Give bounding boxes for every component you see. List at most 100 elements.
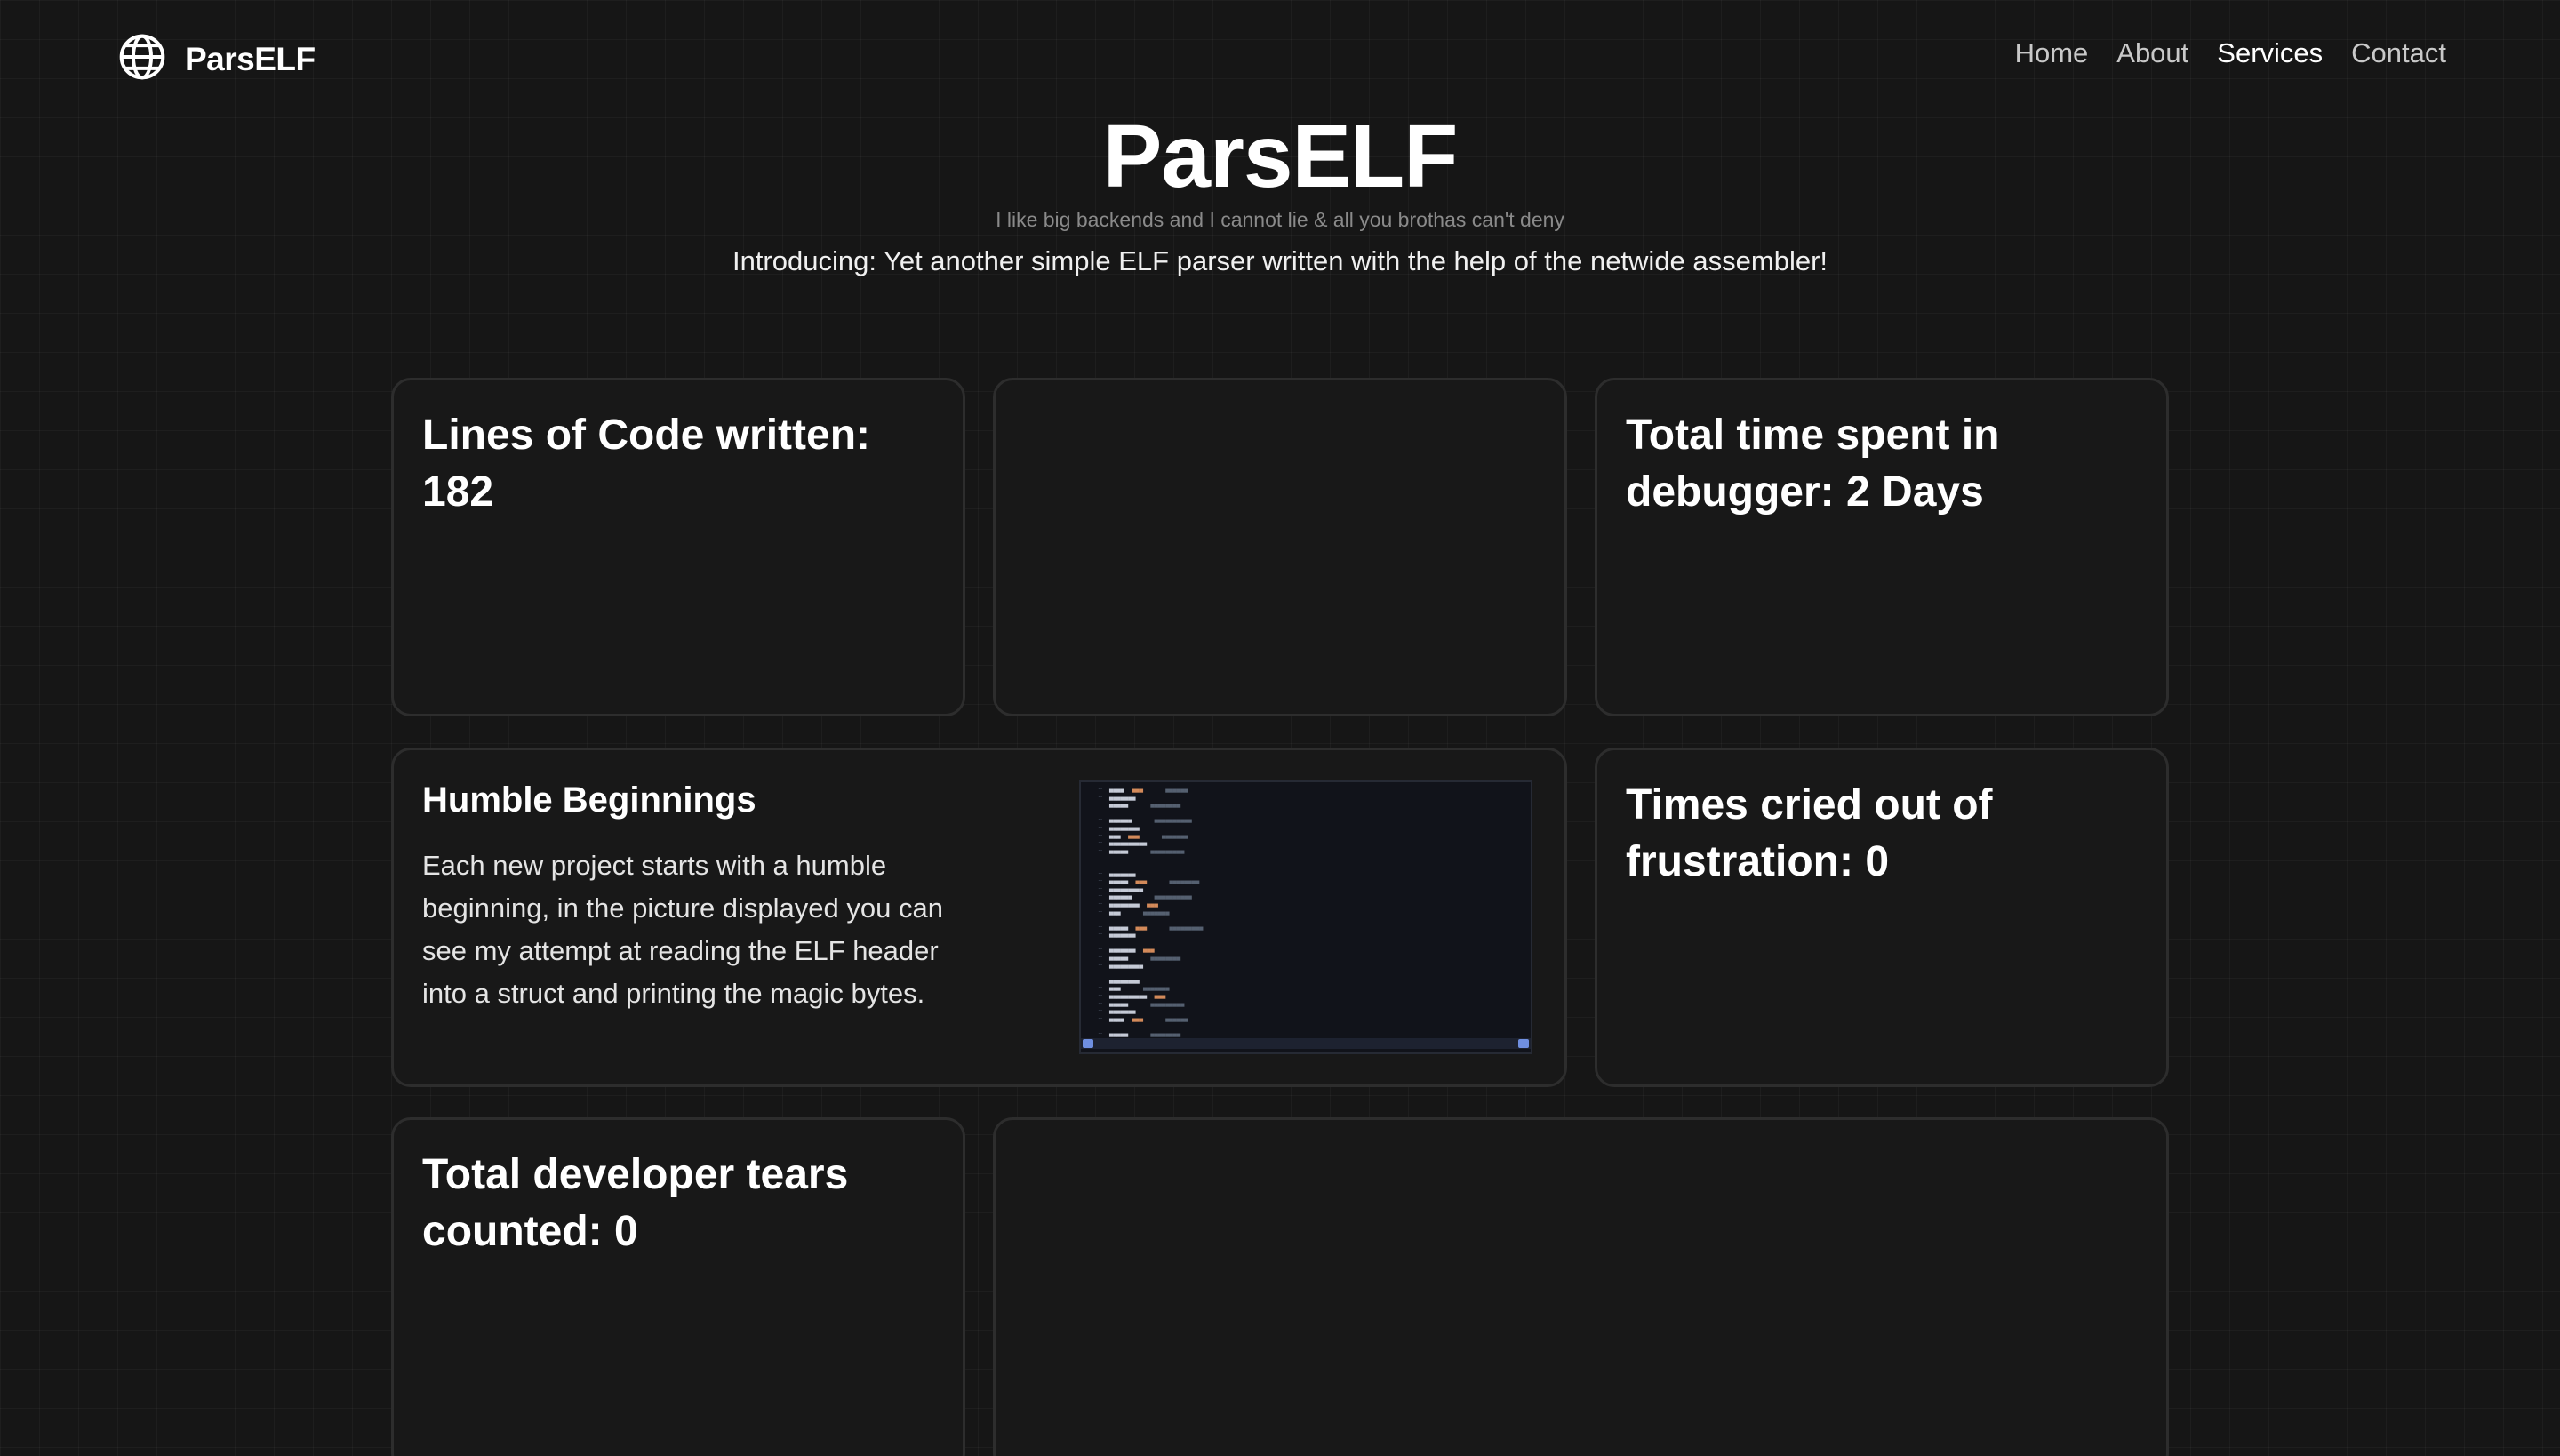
brand-name: ParsELF [185,40,316,77]
tears-card: Total developer tears counted: 0 [391,1117,965,1456]
feature-card: Humble Beginnings Each new project start… [391,748,1567,1087]
code-line: ┄ ▄▄▄▄▄▄▄▄▄ [1086,885,1525,893]
cried-stat: Times cried out of frustration: 0 [1626,781,1993,885]
code-comment: ▄▄▄▄▄▄▄ [1120,908,1170,916]
code-line: ┄ ▄▄▄▄▄▄▄ [1086,931,1525,939]
code-lines: ┄ ▄▄▄▄ ▄▄▄ ▄▄▄▄▄▄ ┄ ▄▄▄▄▄▄▄ ┄ ▄▄▄▄▄ ▄▄▄▄▄▄▄▄ ┄… [1081,782,1531,1038]
code-line: ┄ ▄▄▄▄▄ ▄▄▄ ▄▄▄▄▄▄▄▄▄ [1086,924,1525,932]
code-line: ┄ ▄▄▄ ▄▄▄▄▄▄▄ [1086,908,1525,916]
code-line: ┄ ▄▄▄▄ ▄▄▄ ▄▄▄▄▄▄ [1086,1015,1525,1023]
code-token: ▄▄▄▄▄ [1109,923,1129,931]
code-line: ┄ ▄▄▄▄▄▄▄ ▄▄▄ [1086,946,1525,954]
editor-position-pill [1518,1039,1529,1048]
code-gutter: ┄ [1098,839,1102,847]
code-gutter: ┄ [1098,946,1102,954]
code-gutter: ┄ [1098,801,1102,809]
code-gutter: ┄ [1098,908,1102,916]
code-number: ▄▄▄ [1128,877,1148,885]
code-number: ▄▄▄ [1120,831,1140,839]
code-token: ▄▄▄▄▄▄▄▄ [1109,976,1140,984]
code-comment: ▄▄▄▄▄▄▄▄▄ [1147,923,1204,931]
brand-link[interactable]: ParsELF [117,32,316,86]
code-gutter: ┄ [1098,900,1102,908]
code-line: ┄ ▄▄▄ ▄▄▄ ▄▄▄▄▄▄▄ [1086,832,1525,840]
code-line: ┄ ▄▄▄▄▄▄▄▄▄▄ ▄▄▄ [1086,992,1525,1000]
code-gutter: ┄ [1098,976,1102,984]
lines-of-code-stat: Lines of Code written: 182 [422,412,870,516]
code-token: ▄▄▄▄▄▄▄ [1109,869,1136,877]
code-token: ▄▄▄▄▄ [1109,877,1129,885]
code-line: ┄ ▄▄▄▄▄▄▄ [1086,870,1525,878]
code-token: ▄▄▄ [1109,831,1121,839]
code-line: ┄ ▄▄▄▄▄▄▄▄ [1086,824,1525,832]
code-token: ▄▄▄▄▄▄▄▄▄▄ [1109,839,1148,847]
code-comment: ▄▄▄▄▄▄ [1142,1014,1188,1022]
hero: ParsELF I like big backends and I cannot… [0,105,2560,279]
code-token: ▄▄▄▄▄▄▄▄▄▄ [1109,992,1148,1000]
code-line: ┄ ▄▄▄ ▄▄▄▄▄▄▄ [1086,984,1525,992]
code-number: ▄▄▄ [1128,923,1148,931]
code-gutter: ┄ [1098,831,1102,839]
code-number: ▄▄▄ [1147,992,1166,1000]
nav-link-contact[interactable]: Contact [2351,37,2446,69]
code-token: ▄▄▄▄▄▄▄▄▄ [1109,884,1143,892]
nav-link-services[interactable]: Services [2217,37,2323,69]
code-gutter: ┄ [1098,892,1102,900]
globe-icon [117,32,167,86]
code-line: ┄ ▄▄▄▄ ▄▄▄ ▄▄▄▄▄▄ [1086,786,1525,794]
code-token: ▄▄▄▄▄▄▄▄ [1109,900,1140,908]
code-comment: ▄▄▄▄▄▄▄▄ [1128,954,1181,962]
empty-card [993,378,1567,716]
code-gutter: ┄ [1098,992,1102,1000]
code-line: ┄ ▄▄▄▄▄▄▄ [1086,1007,1525,1015]
code-line: ┄ ▄▄▄▄▄▄▄▄ [1086,977,1525,985]
debugger-time-card: Total time spent in debugger: 2 Days [1595,378,2169,716]
code-comment: ▄▄▄▄▄▄▄▄ [1128,801,1181,809]
code-token: ▄▄▄▄▄▄ [1109,892,1132,900]
code-token: ▄▄▄▄▄▄▄ [1109,946,1136,954]
editor-mode-pill [1083,1039,1093,1048]
code-gutter: ┄ [1098,961,1102,969]
code-gutter: ┄ [1098,999,1102,1007]
code-token: ▄▄▄▄▄▄ [1109,816,1132,824]
code-token: ▄▄▄▄▄ [1109,999,1129,1007]
code-line: ┄ ▄▄▄▄▄ ▄▄▄▄▄▄▄▄▄ [1086,1000,1525,1008]
code-token: ▄▄▄▄▄▄▄▄▄ [1109,961,1143,969]
code-line: ┄ ▄▄▄▄▄▄▄▄ ▄▄▄ [1086,900,1525,908]
code-gutter: ┄ [1098,884,1102,892]
page-title: ParsELF [1102,107,1459,206]
code-token: ▄▄▄ [1109,984,1121,992]
code-token: ▄▄▄▄ [1109,1014,1124,1022]
wide-empty-card [993,1117,2169,1456]
code-token: ▄▄▄▄▄▄▄ [1109,1007,1136,1015]
code-gutter: ┄ [1098,877,1102,885]
code-comment: ▄▄▄▄▄▄▄ [1120,984,1170,992]
code-gutter: ┄ [1098,1007,1102,1015]
code-token: ▄▄▄▄ [1109,786,1124,793]
code-token: ▄▄▄▄▄▄▄ [1109,793,1136,801]
code-token: ▄▄▄▄▄ [1109,846,1129,854]
debugger-time-stat: Total time spent in debugger: 2 Days [1626,412,2000,516]
code-comment: ▄▄▄▄▄▄▄▄▄ [1128,846,1185,854]
code-number: ▄▄▄ [1124,786,1143,793]
nav-link-about[interactable]: About [2116,37,2188,69]
code-comment: ▄▄▄▄▄▄▄ [1139,831,1188,839]
code-token: ▄▄▄▄▄▄▄ [1109,931,1136,939]
hero-tagline: I like big backends and I cannot lie & a… [996,208,1564,231]
nav-link-home[interactable]: Home [2015,37,2089,69]
code-token: ▄▄▄▄▄ [1109,801,1129,809]
code-token: ▄▄▄▄▄ [1109,954,1129,962]
code-gutter: ┄ [1098,823,1102,831]
code-line: ┄ ▄▄▄▄▄ ▄▄▄▄▄▄▄▄ [1086,1030,1525,1038]
cried-card: Times cried out of frustration: 0 [1595,748,2169,1087]
code-token: ▄▄▄▄▄▄▄▄ [1109,823,1140,831]
code-gutter: ┄ [1098,954,1102,962]
code-line: ┄ ▄▄▄▄▄ ▄▄▄▄▄▄▄▄▄ [1086,847,1525,855]
code-comment: ▄▄▄▄▄▄▄▄▄▄ [1132,816,1192,824]
